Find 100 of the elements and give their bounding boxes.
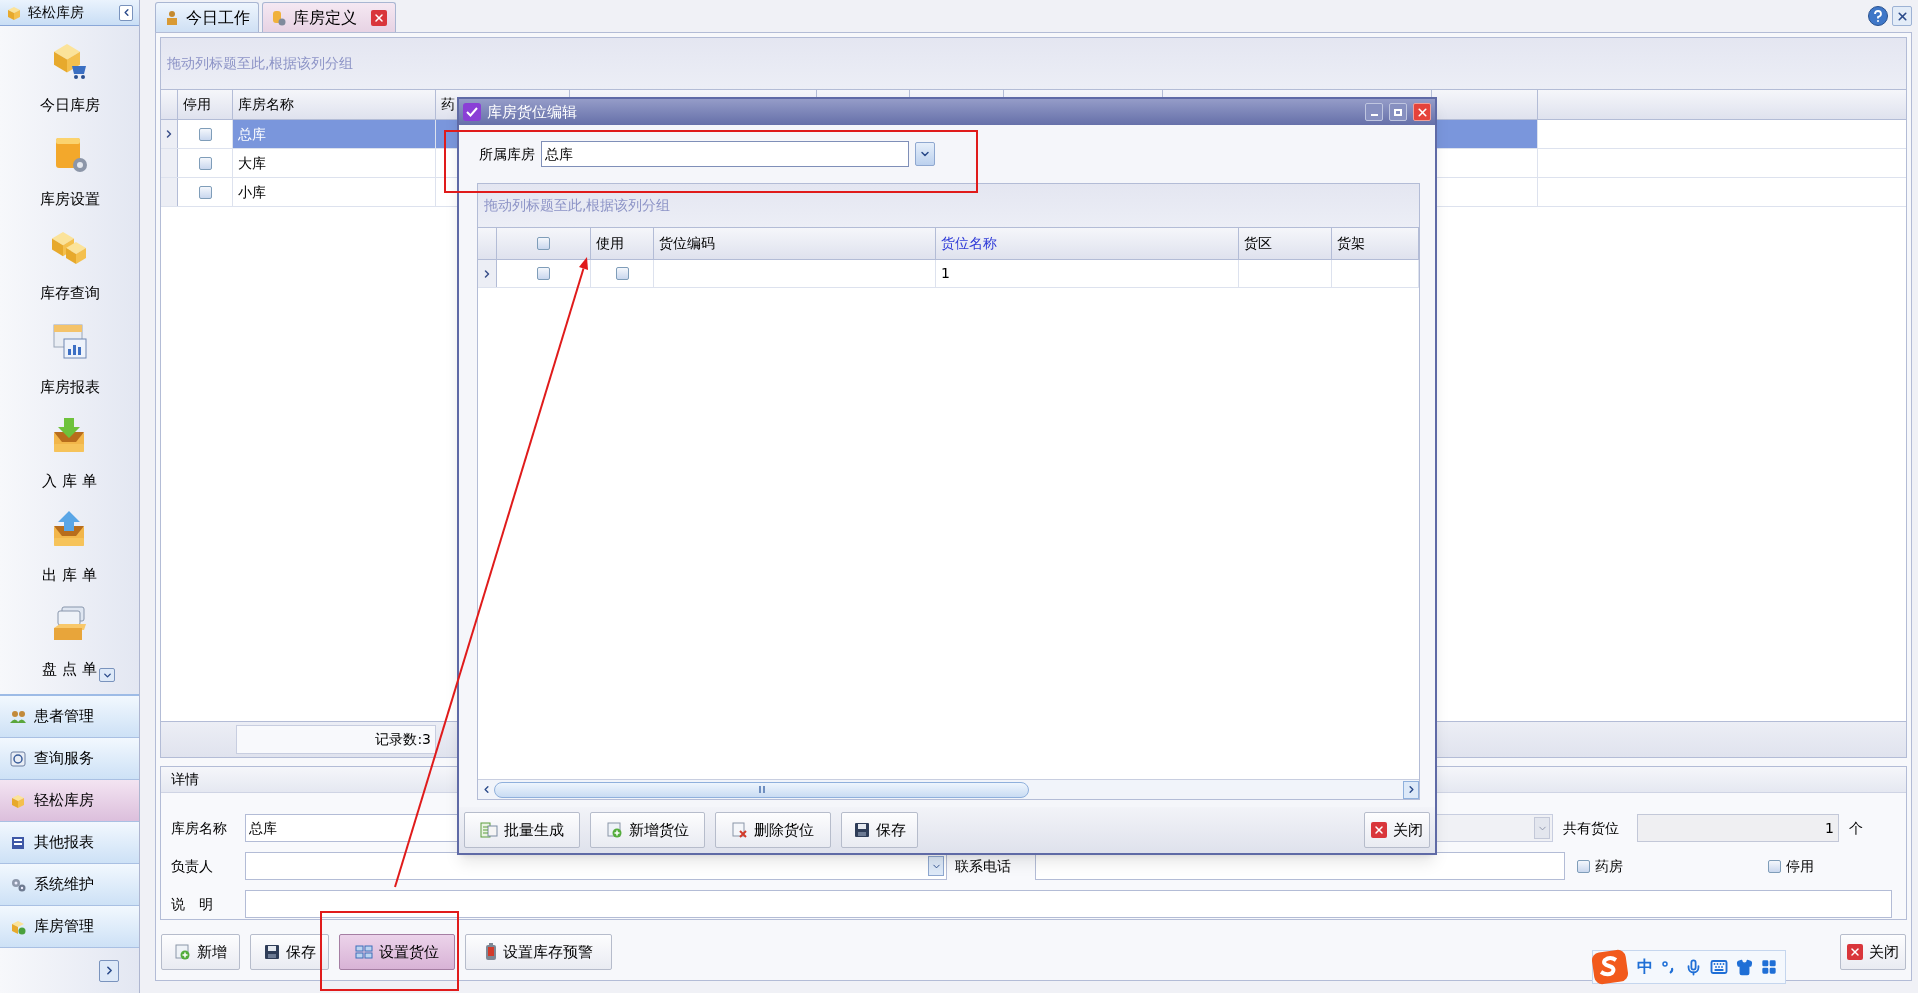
scroll-down-button[interactable]: [99, 668, 115, 682]
tab[interactable]: 库房定义: [262, 2, 396, 32]
nav-button[interactable]: 轻松库房: [0, 780, 139, 822]
field-label: 说 明: [171, 894, 214, 914]
keyboard-icon[interactable]: [1710, 958, 1728, 976]
unit-label: 个: [1849, 818, 1863, 838]
grip-icon: [758, 786, 765, 793]
row-indicator[interactable]: [478, 260, 497, 287]
checkbox[interactable]: [615, 267, 629, 280]
field-label: 联系电话: [955, 856, 1012, 876]
close-icon: [1895, 9, 1909, 23]
checkbox[interactable]: [1768, 859, 1781, 873]
table-cell: 大库: [233, 149, 436, 177]
expand-button[interactable]: [99, 959, 119, 982]
checkbox[interactable]: [1577, 859, 1590, 873]
sidebar-item[interactable]: 盘 点 单: [0, 600, 139, 694]
field-label: 共有货位: [1563, 818, 1620, 838]
select-all-checkbox[interactable]: [537, 237, 550, 250]
save-icon: [263, 944, 280, 960]
ime-mode[interactable]: 中: [1637, 955, 1653, 979]
sidebar-item[interactable]: 库房设置: [0, 130, 139, 224]
manager-field[interactable]: [245, 852, 947, 880]
row-indicator[interactable]: [161, 120, 178, 148]
sidebar-title: 轻松库房: [28, 3, 85, 22]
table-row[interactable]: 1: [478, 260, 1419, 288]
close-button[interactable]: [1413, 103, 1431, 121]
slots-field: 1: [1637, 814, 1839, 842]
toolbar-button[interactable]: 保存: [250, 934, 329, 970]
group-hint: 拖动列标题至此,根据该列分组: [484, 196, 671, 215]
minimize-button[interactable]: [1365, 103, 1383, 121]
box-icon: [10, 918, 26, 935]
checkbox[interactable]: [198, 185, 212, 199]
report-icon: [10, 834, 26, 851]
details-title: 详情: [171, 770, 199, 789]
ime-logo-icon[interactable]: [1591, 948, 1629, 986]
tab[interactable]: 今日工作: [155, 2, 259, 32]
table-cell: 总库: [233, 120, 436, 148]
nav-button[interactable]: 其他报表: [0, 822, 139, 864]
cylinder-gear-icon: [271, 9, 287, 26]
microphone-icon[interactable]: [1685, 958, 1702, 976]
column-header[interactable]: 货架: [1332, 228, 1419, 259]
field-label: 负责人: [171, 856, 214, 876]
add-icon: [174, 944, 191, 960]
maximize-button[interactable]: [1389, 103, 1407, 121]
column-header[interactable]: 使用: [591, 228, 654, 259]
nav-button[interactable]: 库房管理: [0, 906, 139, 948]
checkbox-label: 停用: [1786, 856, 1814, 876]
shirt-icon[interactable]: [1736, 958, 1753, 976]
person-icon: [164, 9, 180, 26]
toolbar-button[interactable]: 设置库存预警: [465, 934, 612, 970]
field-label: 所属库房: [479, 144, 535, 164]
column-header[interactable]: 库房名称: [233, 90, 436, 119]
add-icon: [606, 822, 623, 838]
record-count: 记录数:3: [375, 730, 431, 749]
batch-icon: [480, 822, 498, 838]
checkbox[interactable]: [198, 156, 212, 170]
help-button[interactable]: [1868, 6, 1888, 26]
save-icon: [853, 822, 870, 838]
close-button[interactable]: 关闭: [1364, 812, 1430, 848]
table-cell: 1: [936, 260, 1239, 287]
close-icon: [1371, 822, 1387, 838]
field-label: 库房名称: [171, 818, 228, 838]
gears-icon: [10, 876, 26, 893]
nav-button[interactable]: 患者管理: [0, 696, 139, 738]
delete-icon: [732, 822, 748, 838]
grid-icon[interactable]: [1761, 959, 1777, 975]
dialog-button[interactable]: 删除货位: [715, 812, 831, 848]
column-header[interactable]: 货区: [1239, 228, 1332, 259]
checkbox-label: 药房: [1595, 856, 1623, 876]
sidebar-item[interactable]: 出 库 单: [0, 506, 139, 600]
toolbar-button[interactable]: 新增: [161, 934, 240, 970]
close-button[interactable]: 关闭: [1840, 934, 1906, 970]
note-field[interactable]: [245, 890, 1892, 918]
horizontal-scrollbar[interactable]: [478, 779, 1419, 799]
sidebar-item[interactable]: 今日库房: [0, 36, 139, 130]
table-cell: 小库: [233, 178, 436, 206]
column-header[interactable]: 停用: [178, 90, 233, 119]
sidebar-item[interactable]: 库房报表: [0, 318, 139, 412]
collapse-button[interactable]: [119, 4, 133, 21]
people-icon: [10, 708, 26, 725]
battery-alert-icon: [484, 943, 497, 961]
close-button[interactable]: [1892, 6, 1912, 26]
checkbox[interactable]: [198, 127, 212, 141]
close-icon: [1415, 105, 1429, 119]
box-icon: [6, 4, 22, 21]
tab-close-icon[interactable]: [371, 9, 387, 26]
nav-button[interactable]: 系统维护: [0, 864, 139, 906]
checkbox[interactable]: [537, 267, 550, 280]
dialog-button[interactable]: 保存: [841, 812, 918, 848]
box-icon: [10, 792, 26, 809]
dialog-title: 库房货位编辑: [487, 101, 578, 123]
dialog-button[interactable]: 新增货位: [590, 812, 705, 848]
dialog-button[interactable]: 批量生成: [464, 812, 580, 848]
sidebar-item[interactable]: 入 库 单: [0, 412, 139, 506]
toolbar-button[interactable]: 设置货位: [339, 934, 455, 970]
sidebar-item[interactable]: 库存查询: [0, 224, 139, 318]
column-header[interactable]: 货位名称: [936, 228, 1239, 259]
nav-button[interactable]: 查询服务: [0, 738, 139, 780]
column-header[interactable]: 货位编码: [654, 228, 936, 259]
help-icon: [1873, 10, 1883, 22]
